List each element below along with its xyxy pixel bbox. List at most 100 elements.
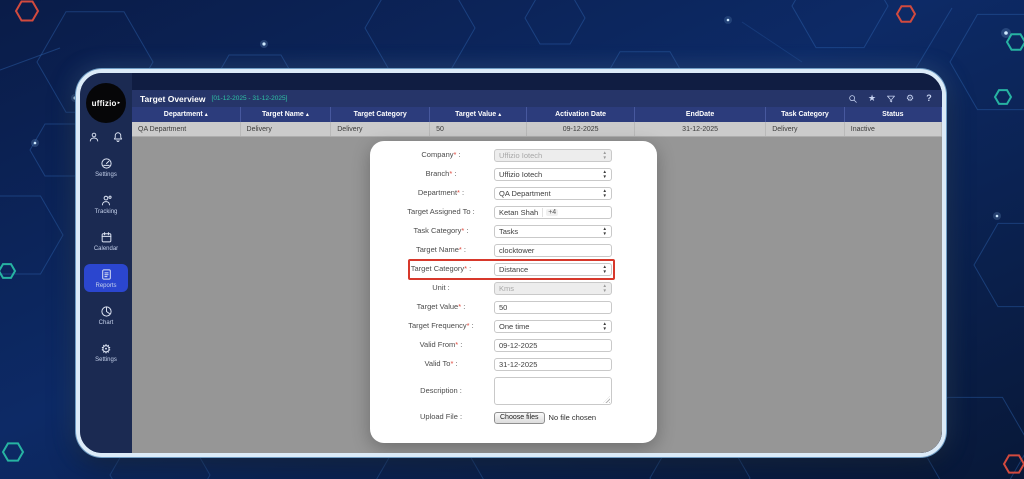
assignee-more-badge[interactable]: +4 <box>546 209 558 216</box>
toolbar: ★ ⚙? <box>848 94 934 104</box>
cell-status: Inactive <box>845 122 942 136</box>
select-caret-icon: ▲▼ <box>603 284 607 293</box>
assignee-chip: Ketan Shah <box>499 208 543 217</box>
column-header-task-category[interactable]: Task Category <box>766 107 845 122</box>
field-label-task-category: Task Category* : <box>394 227 488 236</box>
modal-overlay: Company* :Uffizio Iotech▲▼Branch* :Uffiz… <box>132 137 942 453</box>
cell-department: QA Department <box>132 122 241 136</box>
valid-from-input[interactable]: 09-12-2025 <box>494 339 612 352</box>
column-label: Department <box>164 111 203 118</box>
resize-grip-icon[interactable] <box>603 396 610 403</box>
bell-icon[interactable] <box>112 131 124 143</box>
chart-icon <box>100 305 113 318</box>
date-range[interactable]: [01-12-2025 - 31-12-2025] <box>212 95 288 102</box>
column-header-target-name[interactable]: Target Name▴ <box>241 107 332 122</box>
main-area: Target Overview [01-12-2025 - 31-12-2025… <box>132 73 942 453</box>
form-row-branch: Branch* : Uffizio Iotech▲▼ <box>394 168 612 181</box>
sidebar-item-calendar[interactable]: Calendar <box>84 227 128 255</box>
target-value-input[interactable]: 50 <box>494 301 612 314</box>
column-header-department[interactable]: Department▴ <box>132 107 241 122</box>
calendar-icon <box>100 231 113 244</box>
sidebar-top-icons <box>88 131 124 143</box>
target-assigned-to-field[interactable]: Ketan Shah+4 <box>494 206 612 219</box>
target-name-input[interactable]: clocktower <box>494 244 612 257</box>
target-category-select[interactable]: Distance▲▼ <box>494 263 612 276</box>
task-category-select[interactable]: Tasks ▲▼ <box>494 225 612 238</box>
sort-arrow-icon: ▴ <box>306 111 309 118</box>
gauge-icon <box>100 157 113 170</box>
sidebar-item-settings[interactable]: Settings <box>84 153 128 181</box>
choose-files-button[interactable]: Choose files <box>494 412 545 424</box>
sidebar-item-label: Reports <box>95 283 116 289</box>
department-select[interactable]: QA Department ▲▼ <box>494 187 612 200</box>
form-row-description: Description : <box>394 377 612 405</box>
sidebar-item-settings[interactable]: ⚙ Settings <box>84 338 128 366</box>
sort-arrow-icon: ▴ <box>498 111 501 118</box>
form-row-target-category: Target Category* :Distance▲▼ <box>394 263 612 276</box>
form-row-target-frequency: Target Frequency* :One time▲▼ <box>394 320 612 333</box>
target-form-modal: Company* :Uffizio Iotech▲▼Branch* :Uffiz… <box>370 141 657 443</box>
logo-caret-icon: ▸ <box>118 100 121 106</box>
valid-to-input[interactable]: 31-12-2025 <box>494 358 612 371</box>
selected-value: Uffizio Iotech <box>499 151 542 160</box>
search-icon[interactable] <box>848 94 858 104</box>
required-asterisk: * <box>450 359 453 368</box>
required-asterisk: * <box>461 226 464 235</box>
field-label-branch: Branch* : <box>394 170 488 179</box>
column-label: Target Value <box>455 111 496 118</box>
sidebar-item-label: Calendar <box>94 246 118 252</box>
sort-arrow-icon: ▴ <box>205 111 208 118</box>
sidebar-item-reports[interactable]: Reports <box>84 264 128 292</box>
field-label-department: Department* : <box>394 189 488 198</box>
sidebar-item-label: Settings <box>95 357 117 363</box>
gear-icon[interactable]: ⚙ <box>905 94 915 104</box>
sidebar-item-chart[interactable]: Chart <box>84 301 128 329</box>
required-asterisk: * <box>464 264 467 273</box>
column-header-status[interactable]: Status <box>845 107 942 122</box>
field-label-unit: Unit : <box>394 284 488 293</box>
filter-icon[interactable] <box>886 94 896 104</box>
column-label: Target Name <box>262 111 304 118</box>
form-row-upload-file: Upload File :Choose filesNo file chosen <box>394 411 612 424</box>
description-textarea[interactable] <box>494 377 612 405</box>
required-asterisk: * <box>455 340 458 349</box>
column-label: Target Category <box>354 111 407 118</box>
field-label-valid-from: Valid From* : <box>394 341 488 350</box>
select-caret-icon: ▲▼ <box>603 189 607 198</box>
select-caret-icon: ▲▼ <box>603 227 607 236</box>
column-header-activation-date[interactable]: Activation Date <box>527 107 635 122</box>
titlebar: Target Overview [01-12-2025 - 31-12-2025… <box>132 90 942 107</box>
app-window: uffizio▸ Settings Tracking Calendar Reports… <box>76 69 946 457</box>
column-label: Status <box>882 111 903 118</box>
help-icon[interactable]: ? <box>924 94 934 104</box>
gear-icon: ⚙ <box>100 342 113 355</box>
input-value: 09-12-2025 <box>499 341 537 350</box>
sidebar-item-tracking[interactable]: Tracking <box>84 190 128 218</box>
column-header-target-category[interactable]: Target Category <box>331 107 430 122</box>
selected-value: Uffizio Iotech <box>499 170 542 179</box>
selected-value: QA Department <box>499 189 551 198</box>
column-label: Task Category <box>781 111 829 118</box>
cell-enddate: 31-12-2025 <box>635 122 766 136</box>
column-header-target-value[interactable]: Target Value▴ <box>430 107 527 122</box>
form-row-unit: Unit :Kms▲▼ <box>394 282 612 295</box>
sidebar-item-label: Chart <box>99 320 114 326</box>
column-header-enddate[interactable]: EndDate <box>635 107 766 122</box>
field-label-target-value: Target Value* : <box>394 303 488 312</box>
sidebar-menu: Settings Tracking Calendar Reports Chart ⚙ Set… <box>80 153 132 375</box>
cell-task-category: Delivery <box>766 122 845 136</box>
field-label-target-assigned-to: Target Assigned To : <box>394 208 488 217</box>
selected-value: Tasks <box>499 227 518 236</box>
target-frequency-select[interactable]: One time▲▼ <box>494 320 612 333</box>
table-row[interactable]: QA DepartmentDeliveryDelivery5009-12-202… <box>132 122 942 137</box>
user-icon[interactable] <box>88 131 100 143</box>
logo-text: uffizio <box>92 99 117 108</box>
input-value: 50 <box>499 303 507 312</box>
branch-select[interactable]: Uffizio Iotech▲▼ <box>494 168 612 181</box>
select-caret-icon: ▲▼ <box>603 322 607 331</box>
page-title: Target Overview <box>140 94 206 104</box>
star-icon[interactable]: ★ <box>867 94 877 104</box>
required-asterisk: * <box>457 188 460 197</box>
upload-file-field: Choose filesNo file chosen <box>494 411 612 424</box>
input-value: clocktower <box>499 246 534 255</box>
